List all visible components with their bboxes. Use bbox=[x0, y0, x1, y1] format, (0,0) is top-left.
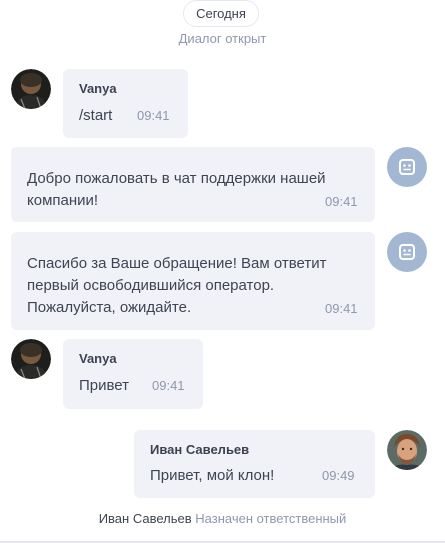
message-time: 09:49 bbox=[322, 468, 355, 483]
message-sender: Vanya bbox=[79, 81, 117, 96]
message-text: Добро пожаловать в чат поддержки нашей к… bbox=[27, 170, 326, 209]
message-bubble[interactable]: Спасибо за Ваше обращение! Вам ответит п… bbox=[11, 232, 375, 330]
date-divider: Сегодня bbox=[183, 0, 259, 27]
user-avatar-vanya[interactable] bbox=[11, 69, 51, 109]
chat-history: Сегодня Диалог открыт Vanya /start 09:41… bbox=[0, 0, 445, 543]
message-time: 09:41 bbox=[152, 378, 185, 393]
message-text: /start bbox=[79, 107, 113, 124]
bot-icon bbox=[399, 159, 415, 175]
message-sender: Vanya bbox=[79, 351, 117, 366]
assignment-operator-name: Иван Савельев bbox=[98, 511, 192, 526]
message-bubble-operator[interactable]: Иван Савельев Привет, мой клон! 09:49 bbox=[134, 430, 375, 498]
message-text: Привет bbox=[79, 377, 130, 394]
dialog-opened-note: Диалог открыт bbox=[178, 31, 267, 46]
message-bubble[interactable]: Vanya /start 09:41 bbox=[63, 69, 188, 138]
user-photo-icon bbox=[11, 339, 51, 379]
message-time: 09:41 bbox=[325, 194, 358, 209]
assignment-note: Иван Савельев Назначен ответственный bbox=[0, 511, 445, 526]
message-text: Спасибо за Ваше обращение! Вам ответит п… bbox=[27, 255, 327, 316]
assignment-action: Назначен ответственный bbox=[195, 511, 347, 526]
bot-avatar[interactable] bbox=[387, 147, 427, 187]
operator-photo-icon bbox=[387, 430, 427, 470]
message-text: Привет, мой клон! bbox=[150, 467, 275, 484]
operator-avatar[interactable] bbox=[387, 430, 427, 470]
message-time: 09:41 bbox=[325, 301, 358, 316]
bot-icon bbox=[399, 244, 415, 260]
message-time: 09:41 bbox=[137, 108, 170, 123]
user-photo-icon bbox=[11, 69, 51, 109]
bot-avatar[interactable] bbox=[387, 232, 427, 272]
message-bubble[interactable]: Vanya Привет 09:41 bbox=[63, 339, 203, 409]
message-bubble[interactable]: Добро пожаловать в чат поддержки нашей к… bbox=[11, 147, 375, 222]
user-avatar-vanya[interactable] bbox=[11, 339, 51, 379]
message-sender: Иван Савельев bbox=[150, 442, 250, 457]
